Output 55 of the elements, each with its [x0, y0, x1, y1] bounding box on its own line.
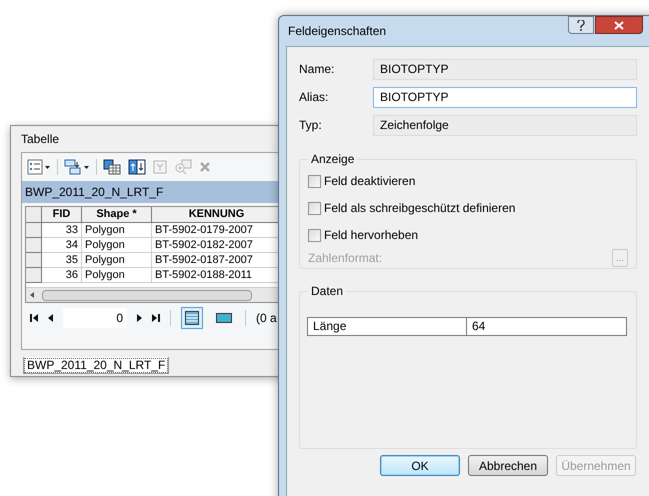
- table-cell: Polygon: [82, 253, 152, 268]
- row-selector[interactable]: [26, 223, 42, 238]
- window-title: Feldeigenschaften: [288, 23, 386, 40]
- checkbox-label: Feld deaktivieren: [324, 173, 416, 190]
- table-cell: 34: [42, 238, 82, 253]
- record-count: (0 a: [256, 310, 277, 327]
- row-selector[interactable]: [26, 268, 42, 283]
- field-label: Name:: [299, 61, 336, 78]
- field-label: Alias:: [299, 89, 330, 106]
- row-selector[interactable]: [26, 253, 42, 268]
- next-record-icon[interactable]: [137, 314, 142, 322]
- last-record-icon[interactable]: [152, 314, 160, 322]
- table-cell: Polygon: [82, 238, 152, 253]
- number-format-label: Zahlenformat:: [308, 250, 382, 267]
- table-select-icon[interactable]: [103, 159, 121, 175]
- show-all-records-button[interactable]: [181, 307, 203, 329]
- checkbox-label: Feld als schreibgeschützt definieren: [324, 200, 516, 217]
- alias-field[interactable]: BIOTOPTYP: [373, 87, 637, 108]
- read-only-field: BIOTOPTYP: [373, 59, 637, 80]
- group-title: Daten: [308, 284, 346, 298]
- related-tables-icon[interactable]: [64, 159, 82, 175]
- read-only-field: Zeichenfolge: [373, 115, 637, 136]
- column-header[interactable]: FID: [42, 207, 82, 223]
- column-header[interactable]: Shape *: [82, 207, 152, 223]
- first-record-icon[interactable]: [30, 314, 38, 322]
- dropdown-caret-icon[interactable]: [84, 166, 89, 168]
- close-icon: [614, 20, 624, 30]
- row-selector[interactable]: [26, 238, 42, 253]
- scroll-left-icon[interactable]: [30, 292, 34, 298]
- table-cell: Polygon: [82, 268, 152, 283]
- record-field[interactable]: 0: [63, 308, 127, 328]
- table-cell: 36: [42, 268, 82, 283]
- scrollbar-thumb[interactable]: [42, 290, 252, 300]
- property-value: 64: [471, 318, 486, 335]
- table-cell: Polygon: [82, 223, 152, 238]
- dropdown-caret-icon[interactable]: [45, 166, 50, 168]
- dialog-button[interactable]: Abbrechen: [468, 455, 548, 476]
- field-label: Typ:: [299, 117, 323, 134]
- group-title: Anzeige: [308, 152, 358, 166]
- checkbox-label: Feld hervorheben: [324, 227, 418, 244]
- close-button[interactable]: [595, 16, 643, 34]
- switch-selection-icon[interactable]: [128, 159, 146, 175]
- checkbox[interactable]: [308, 202, 321, 214]
- checkbox[interactable]: [308, 228, 321, 242]
- help-icon: [577, 20, 585, 30]
- property-name: Länge: [308, 318, 467, 335]
- help-button[interactable]: [568, 16, 594, 34]
- list-options-icon[interactable]: [27, 159, 43, 175]
- window-title: Tabelle: [21, 131, 60, 148]
- previous-record-icon[interactable]: [48, 314, 53, 322]
- table-cell: 35: [42, 253, 82, 268]
- table-tab[interactable]: BWP_2011_20_N_LRT_F: [23, 357, 170, 374]
- checkbox[interactable]: [308, 174, 321, 188]
- table-cell: 33: [42, 223, 82, 238]
- dialog-button[interactable]: OK: [380, 455, 460, 476]
